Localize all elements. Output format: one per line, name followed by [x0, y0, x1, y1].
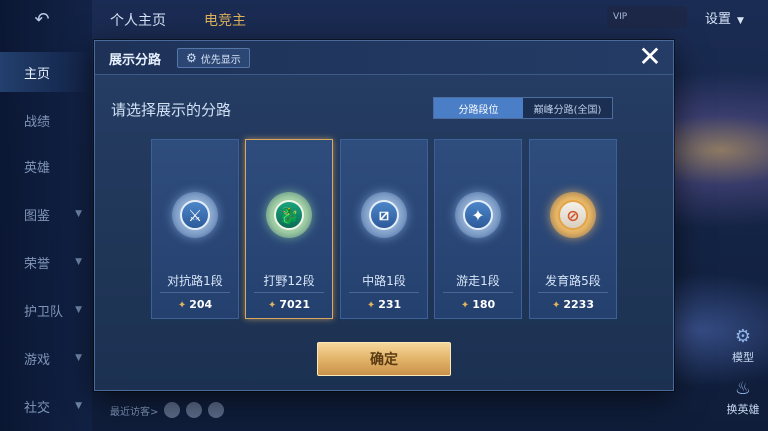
settings-button[interactable]: 设置 ▼: [705, 8, 744, 27]
lane-card-farm[interactable]: ⊘ 发育路5段 ✦ 2233: [529, 139, 617, 319]
model-button[interactable]: ⚙ 模型: [718, 326, 768, 365]
star-icon: ✦: [551, 300, 561, 311]
lane-value: 2233: [563, 298, 594, 311]
divider: [349, 292, 419, 293]
vip-badge[interactable]: VIP: [607, 6, 687, 28]
lane-stat: ✦ 231: [341, 298, 427, 311]
model-icon: ⚙: [734, 326, 752, 347]
priority-display-button[interactable]: ⚙ 优先显示: [177, 48, 250, 68]
settings-label: 设置: [705, 12, 732, 27]
sidebar-item-label: 游戏: [24, 352, 51, 368]
priority-display-label: 优先显示: [200, 54, 241, 66]
lane-value: 204: [189, 298, 213, 311]
sidebar-item-social[interactable]: 社交 ▼: [0, 386, 92, 426]
divider: [254, 292, 324, 293]
tab-peak-lane[interactable]: 巅峰分路(全国): [523, 98, 612, 118]
lane-stat: ✦ 180: [435, 298, 521, 311]
sidebar-item-label: 荣誉: [24, 256, 51, 272]
sidebar-item-guard[interactable]: 护卫队 ▼: [0, 290, 92, 330]
sidebar-item-label: 护卫队: [24, 304, 64, 320]
gear-icon: ⚙: [186, 51, 197, 65]
lane-value: 231: [378, 298, 402, 311]
clash-lane-emblem-icon: ⚔: [172, 192, 218, 238]
divider: [538, 292, 608, 293]
modal-title: 展示分路: [109, 53, 162, 68]
lane-value: 180: [472, 298, 496, 311]
tab-profile[interactable]: 个人主页: [110, 10, 166, 30]
swap-hero-icon: ♨: [734, 378, 752, 399]
lane-value: 7021: [279, 298, 310, 311]
sidebar-item-label: 英雄: [24, 160, 51, 176]
farm-lane-emblem-icon: ⊘: [550, 192, 596, 238]
sidebar-item-label: 图鉴: [24, 208, 51, 224]
modal-header: 展示分路 ⚙ 优先显示 ✕: [95, 41, 673, 75]
chevron-down-icon: ▼: [75, 209, 82, 219]
emblem-glyph: ⧄: [369, 200, 399, 230]
lane-display-modal: 展示分路 ⚙ 优先显示 ✕ 请选择展示的分路 分路段位 巅峰分路(全国) ⚔ 对…: [94, 40, 674, 391]
tab-esports[interactable]: 电竞主: [204, 10, 246, 30]
star-icon: ✦: [177, 300, 187, 311]
star-icon: ✦: [366, 300, 376, 311]
recent-visitors[interactable]: 最近访客>: [110, 402, 225, 418]
emblem-glyph: 🐉: [274, 200, 304, 230]
avatar[interactable]: [186, 402, 203, 418]
top-tabs: 个人主页 电竞主: [110, 10, 246, 30]
chevron-down-icon: ▼: [75, 353, 82, 363]
chevron-down-icon: ▼: [75, 257, 82, 267]
chevron-down-icon: ▼: [75, 305, 82, 315]
sidebar-item-heroes[interactable]: 英雄: [0, 146, 92, 186]
jungle-emblem-icon: 🐉: [266, 192, 312, 238]
lane-card-roam[interactable]: ✦ 游走1段 ✦ 180: [434, 139, 522, 319]
sidebar-item-home[interactable]: 主页: [0, 52, 92, 92]
vip-label: VIP: [613, 12, 628, 22]
back-icon[interactable]: ↶: [22, 9, 62, 31]
lane-name: 对抗路1段: [167, 274, 223, 288]
swap-hero-button[interactable]: ♨ 换英雄: [718, 378, 768, 417]
emblem-glyph: ✦: [463, 200, 493, 230]
recent-visit-label: 最近访客>: [110, 406, 159, 418]
lane-card-jungle[interactable]: 🐉 打野12段 ✦ 7021: [245, 139, 333, 319]
avatar[interactable]: [208, 402, 225, 418]
close-icon[interactable]: ✕: [637, 43, 663, 71]
sidebar: ↶ 主页 战绩 英雄 图鉴 ▼ 荣誉 ▼ 护卫队 ▼ 游戏 ▼ 社交 ▼: [0, 0, 92, 431]
lane-stat: ✦ 204: [152, 298, 238, 311]
lane-stat: ✦ 2233: [530, 298, 616, 311]
sidebar-item-codex[interactable]: 图鉴 ▼: [0, 194, 92, 234]
chevron-down-icon: ▼: [737, 16, 744, 26]
emblem-glyph: ⊘: [558, 200, 588, 230]
lane-name: 发育路5段: [545, 274, 601, 288]
sidebar-item-honor[interactable]: 荣誉 ▼: [0, 242, 92, 282]
swap-hero-label: 换英雄: [726, 403, 760, 416]
tab-lane-rank[interactable]: 分路段位: [434, 98, 523, 118]
sidebar-item-label: 社交: [24, 400, 51, 416]
chevron-down-icon: ▼: [75, 401, 82, 411]
confirm-button[interactable]: 确定: [317, 342, 451, 376]
emblem-glyph: ⚔: [180, 200, 210, 230]
sidebar-item-label: 主页: [24, 66, 51, 82]
lane-name: 中路1段: [362, 274, 406, 288]
mid-lane-emblem-icon: ⧄: [361, 192, 407, 238]
star-icon: ✦: [460, 300, 470, 311]
divider: [443, 292, 513, 293]
roam-emblem-icon: ✦: [455, 192, 501, 238]
lane-name: 打野12段: [263, 274, 315, 288]
lane-card-clash[interactable]: ⚔ 对抗路1段 ✦ 204: [151, 139, 239, 319]
model-label: 模型: [732, 351, 754, 364]
divider: [160, 292, 230, 293]
lane-name: 游走1段: [456, 274, 500, 288]
lane-stat: ✦ 7021: [246, 298, 332, 311]
sidebar-item-game[interactable]: 游戏 ▼: [0, 338, 92, 378]
avatar[interactable]: [164, 402, 181, 418]
lane-card-mid[interactable]: ⧄ 中路1段 ✦ 231: [340, 139, 428, 319]
sidebar-item-label: 战绩: [24, 114, 51, 130]
select-lane-prompt: 请选择展示的分路: [111, 101, 232, 119]
lane-mode-toggle: 分路段位 巅峰分路(全国): [433, 97, 613, 119]
sidebar-item-record[interactable]: 战绩: [0, 100, 92, 140]
star-icon: ✦: [267, 300, 277, 311]
